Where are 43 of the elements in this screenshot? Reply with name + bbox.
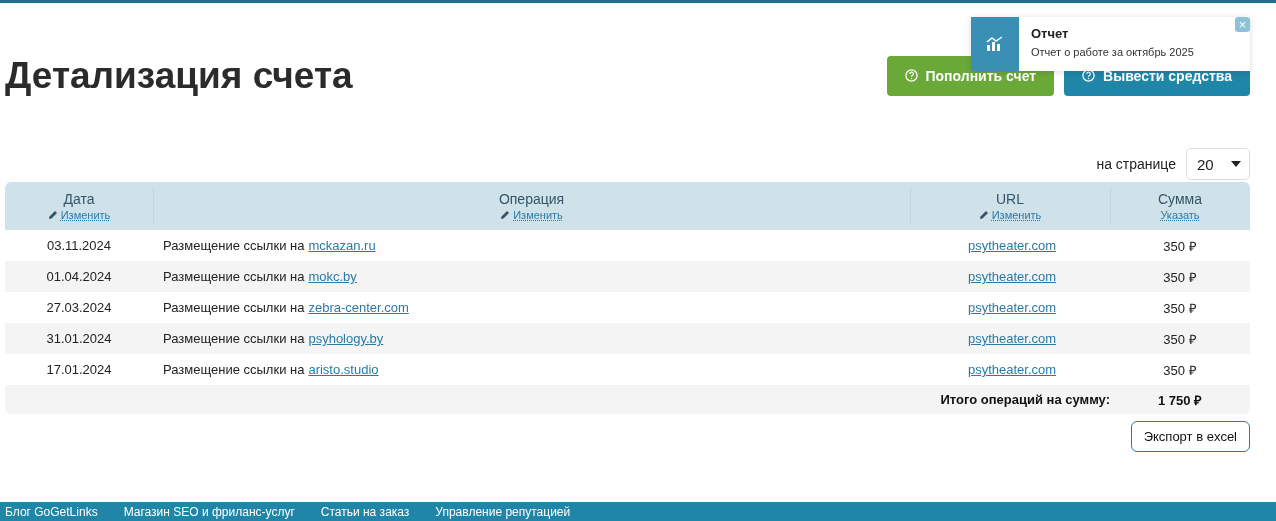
table-cell: 31.01.2024 bbox=[5, 323, 153, 354]
pencil-icon bbox=[978, 210, 989, 220]
total-label: Итого операций на сумму: bbox=[940, 392, 1110, 407]
site-link[interactable]: mokc.by bbox=[308, 269, 357, 284]
caret-icon bbox=[1231, 161, 1241, 167]
column-title: Сумма bbox=[1158, 191, 1202, 207]
footer-link[interactable]: Блог GoGetLinks bbox=[5, 504, 98, 519]
per-page-label: на странице bbox=[1096, 156, 1176, 172]
site-link[interactable]: psyhology.by bbox=[308, 331, 384, 346]
site-link[interactable]: aristo.studio bbox=[308, 362, 379, 377]
operation-text: Размещение ссылки на bbox=[163, 331, 305, 346]
site-link[interactable]: zebra-center.com bbox=[308, 300, 409, 315]
column-action-link[interactable]: Изменить bbox=[978, 209, 1042, 221]
pencil-icon bbox=[500, 210, 511, 220]
column-action-link[interactable]: Изменить bbox=[47, 209, 111, 221]
site-link[interactable]: mckazan.ru bbox=[308, 238, 376, 253]
chart-icon bbox=[986, 36, 1004, 52]
column-title: Операция bbox=[498, 191, 565, 207]
table-cell: 350 ₽ bbox=[1110, 261, 1250, 292]
footer-link[interactable]: Магазин SEO и фриланс-услуг bbox=[123, 504, 295, 519]
column-action-link[interactable]: Указать bbox=[1160, 209, 1200, 221]
column-action-link[interactable]: Изменить bbox=[500, 209, 563, 221]
export-button[interactable]: Экспорт в excel bbox=[1130, 421, 1250, 452]
help-icon bbox=[904, 69, 918, 82]
page-title: Детализация счета bbox=[5, 54, 353, 97]
table-cell: 350 ₽ bbox=[1110, 323, 1250, 354]
footer-link[interactable]: Статьи на заказ bbox=[320, 504, 410, 519]
footer-link[interactable]: Управление репутацией bbox=[435, 504, 571, 519]
column-title: URL bbox=[996, 191, 1024, 207]
pencil-icon bbox=[47, 210, 58, 220]
total-value: 1 750 ₽ bbox=[1157, 391, 1203, 409]
notification-title: Отчет bbox=[1031, 26, 1070, 41]
operation-text: Размещение ссылки на bbox=[163, 238, 305, 253]
operation-text: Размещение ссылки на bbox=[163, 269, 305, 284]
column-title: Дата bbox=[63, 191, 95, 207]
notification-message: Отчет о работе за октябрь 2025 bbox=[1031, 46, 1194, 58]
url-link[interactable]: psytheater.com bbox=[967, 362, 1057, 377]
url-link[interactable]: psytheater.com bbox=[967, 238, 1057, 253]
per-page-select[interactable]: 20 bbox=[1186, 148, 1250, 180]
table-cell: 01.04.2024 bbox=[5, 261, 153, 292]
url-link[interactable]: psytheater.com bbox=[967, 300, 1057, 315]
operation-text: Размещение ссылки на bbox=[163, 362, 305, 377]
operation-text: Размещение ссылки на bbox=[163, 300, 305, 315]
